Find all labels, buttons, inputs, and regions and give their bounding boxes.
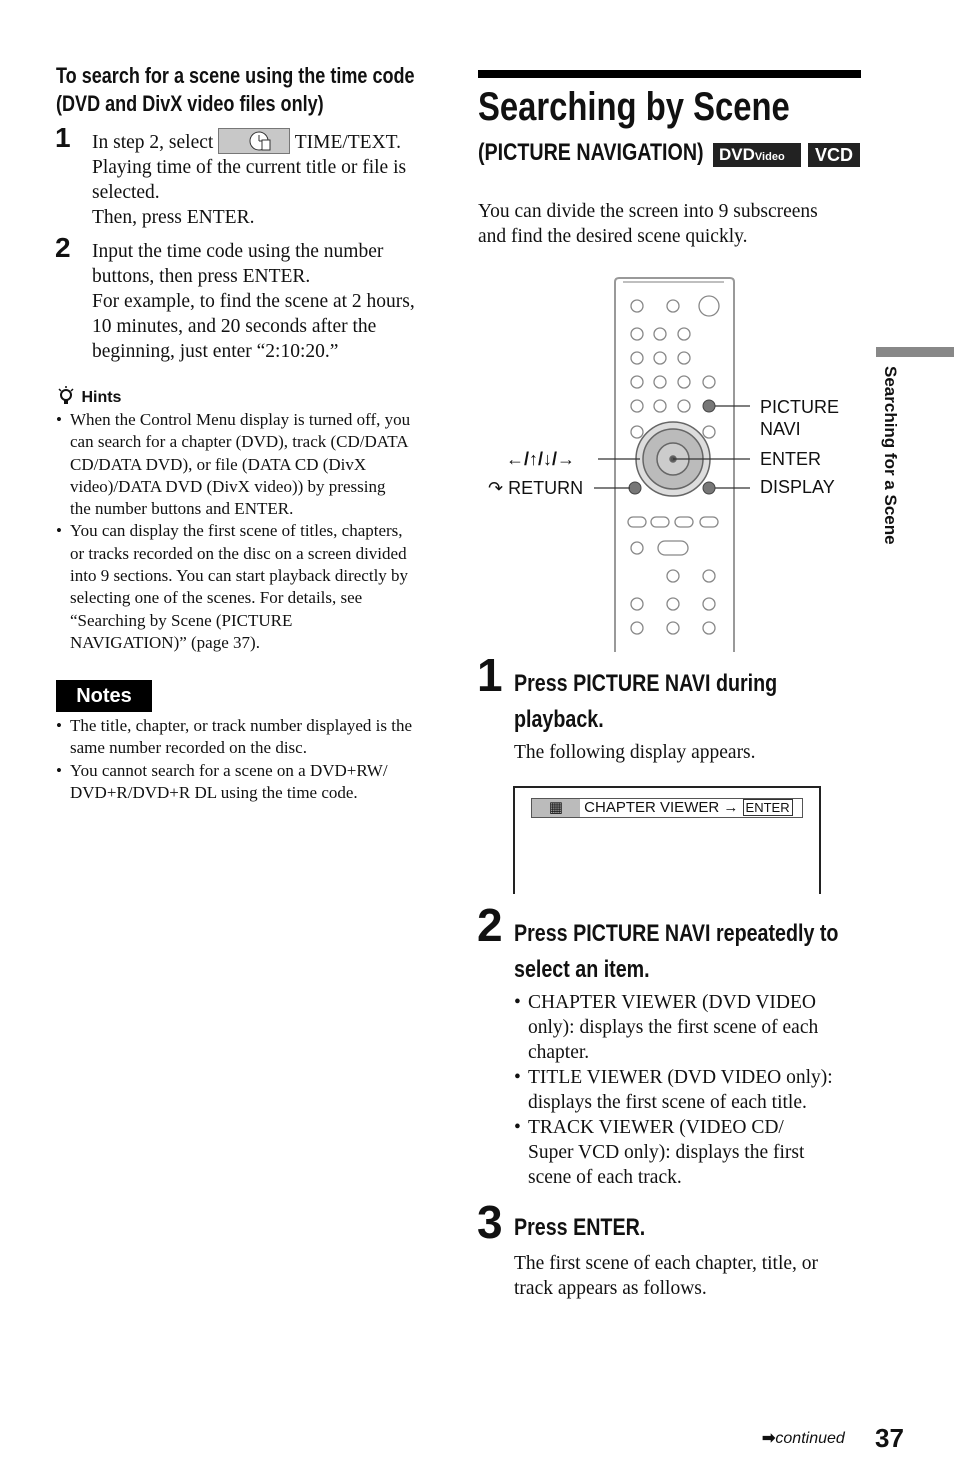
step-number: 1 (477, 649, 503, 701)
hints-title: Hints (81, 389, 122, 406)
remote-button (653, 327, 667, 341)
arrow-right-icon: → (723, 799, 739, 816)
arrow-right-icon: ➡ (762, 1430, 776, 1447)
subtitle-row: (PICTURE NAVIGATION) (478, 139, 710, 167)
intro-text: You can divide the screen into 9 subscre… (478, 201, 818, 247)
remote-button (650, 516, 670, 528)
step-1-text: In step 2, select TIME/TEXT. Playing tim… (92, 128, 452, 230)
lightbulb-icon (58, 386, 74, 404)
remote-button (702, 597, 716, 611)
remote-button (699, 516, 719, 528)
step-title: Press PICTURE NAVI repeatedly to select a… (514, 920, 839, 983)
viewer-item: TITLE VIEWER (DVD VIDEO only):displays t… (514, 1065, 874, 1115)
osd-bar: ▦ CHAPTER VIEWER → ENTER (531, 798, 803, 818)
step-text: TIME/TEXT. (294, 132, 402, 153)
step-text: 10 minutes, and 20 seconds after the (92, 316, 377, 337)
remote-button (677, 375, 691, 389)
remote-button (666, 597, 680, 611)
step-title: Press PICTURE NAVI during playback. (514, 670, 778, 733)
step-text: buttons, then press ENTER. (92, 266, 311, 287)
step-number: 3 (477, 1196, 503, 1248)
remote-button (630, 299, 644, 313)
remote-button (630, 541, 644, 555)
page-title: Searching by Scene (478, 85, 790, 129)
hints-header: Hints (57, 385, 121, 407)
continued-note: ➡continued (762, 1430, 845, 1447)
heading-line: (DVD and DivX video files only) (56, 91, 324, 116)
remote-button (653, 375, 667, 389)
play-button (657, 540, 689, 556)
step-text: The following display appears. (514, 742, 756, 763)
step-text: The first scene of each chapter, title, … (514, 1253, 819, 1299)
remote-button (630, 621, 644, 635)
side-tab-label: Searching for a Scene (881, 366, 900, 545)
viewer-item: TRACK VIEWER (VIDEO CD/Super VCD only): … (514, 1115, 874, 1190)
title-rule (478, 70, 861, 78)
osd-label: CHAPTER VIEWER (584, 799, 720, 816)
power-button (698, 295, 720, 317)
label-display: DISPLAY (760, 477, 835, 497)
remote-button (653, 399, 667, 413)
remote-button (630, 597, 644, 611)
step-title: Press ENTER. (514, 1214, 646, 1241)
clock-icon (249, 131, 271, 151)
step-text: selected. (92, 182, 160, 203)
hint-item: You can display the first scene of title… (56, 520, 446, 654)
remote-button (627, 516, 647, 528)
osd-screen: ▦ CHAPTER VIEWER → ENTER (513, 786, 821, 894)
label-arrows: ←/↑/↓/→ (506, 449, 576, 469)
dvd-video-badge: DVDVideo (713, 143, 801, 167)
remote-button (630, 375, 644, 389)
side-tab-bar (876, 347, 954, 357)
remote-button (702, 621, 716, 635)
step-number: 2 (477, 899, 503, 951)
side-tab: Searching for a Scene (880, 366, 900, 546)
step-text: Then, press ENTER. (92, 207, 255, 228)
notes-badge: Notes (56, 680, 152, 712)
note-item: You cannot search for a scene on a DVD+R… (56, 760, 446, 805)
viewer-item: CHAPTER VIEWER (DVD VIDEOonly): displays… (514, 990, 874, 1065)
remote-button (702, 425, 716, 439)
hints-list: When the Control Menu display is turned … (56, 409, 446, 654)
label-return: ↷ RETURN (488, 478, 584, 498)
label-picture-navi: PICTURE NAVI (760, 397, 840, 439)
page-number: 37 (875, 1423, 904, 1453)
heading-line: To search for a scene using the time cod… (56, 63, 415, 88)
remote-button (677, 327, 691, 341)
vcd-badge: VCD (808, 143, 860, 167)
step-text: In step 2, select (92, 132, 214, 153)
remote-button (630, 351, 644, 365)
step-text: For example, to find the scene at 2 hour… (92, 291, 415, 312)
step-text: beginning, just enter “2:10:20.” (92, 341, 339, 362)
viewer-list: CHAPTER VIEWER (DVD VIDEOonly): displays… (514, 990, 874, 1190)
step-number: 1 (55, 122, 71, 153)
remote-button (653, 351, 667, 365)
step-text: Input the time code using the number (92, 241, 384, 262)
step-text: Playing time of the current title or fil… (92, 157, 407, 178)
osd-enter-key: ENTER (742, 799, 793, 816)
remote-button (630, 399, 644, 413)
remote-button (666, 569, 680, 583)
remote-button (702, 375, 716, 389)
step-number: 2 (55, 232, 71, 263)
return-icon: ↷ (488, 478, 504, 498)
hint-item: When the Control Menu display is turned … (56, 409, 446, 520)
step-2-text: Input the time code using the number but… (92, 239, 452, 364)
time-text-icon-button (218, 128, 291, 154)
section-heading: To search for a scene using the time cod… (56, 62, 415, 118)
page-subtitle: (PICTURE NAVIGATION) (478, 139, 704, 166)
note-item: The title, chapter, or track number disp… (56, 715, 446, 760)
notes-list: The title, chapter, or track number disp… (56, 715, 446, 804)
chapter-viewer-icon: ▦ (532, 799, 580, 817)
remote-button (702, 569, 716, 583)
remote-button (630, 327, 644, 341)
remote-button (674, 516, 694, 528)
remote-button (677, 399, 691, 413)
remote-button (630, 425, 644, 439)
remote-button (677, 351, 691, 365)
remote-button (666, 621, 680, 635)
remote-button (666, 299, 680, 313)
label-enter: ENTER (760, 449, 822, 469)
